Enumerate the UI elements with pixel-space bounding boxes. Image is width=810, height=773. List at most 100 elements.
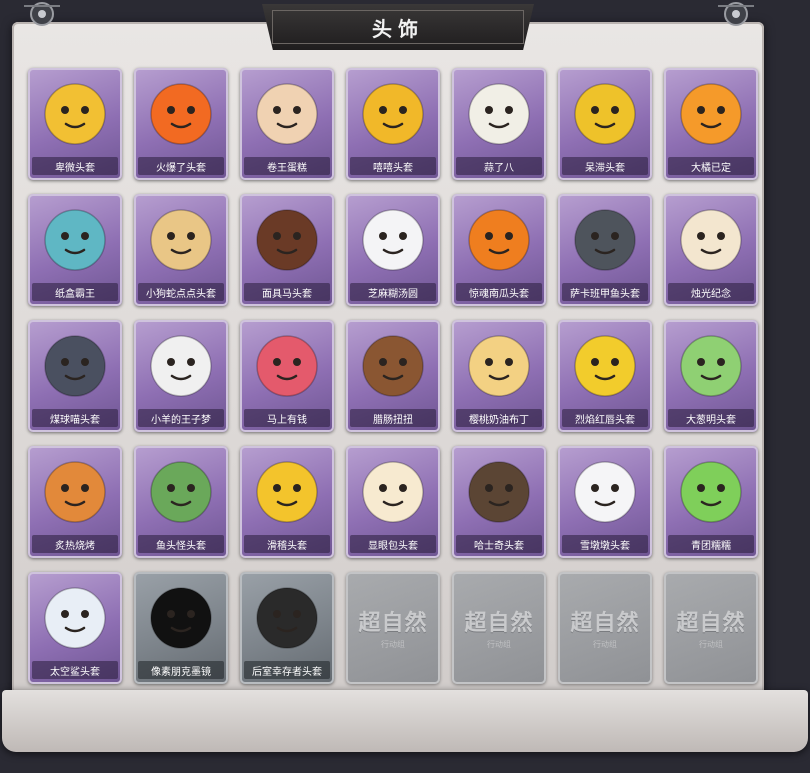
sad-emoji-mask-icon <box>38 76 112 150</box>
watermark-logo: 超自然 <box>676 610 746 636</box>
headwear-item[interactable]: 惊魂南瓜头套 <box>452 194 546 306</box>
rice-ball-head-icon <box>356 202 430 276</box>
swiss-roll-cake-icon <box>250 76 324 150</box>
headwear-item[interactable]: 炙热烧烤 <box>28 446 122 558</box>
headwear-item[interactable]: 芝麻糊汤圆 <box>346 194 440 306</box>
item-label-strip: 萨卡班甲鱼头套 <box>562 283 648 301</box>
locked-watermark: 超自然 行动组 <box>674 594 748 668</box>
item-label-strip: 雪墩墩头套 <box>562 535 648 553</box>
headwear-item[interactable]: 后室幸存者头套 <box>240 572 334 684</box>
item-label-strip: 煤球喵头套 <box>32 409 118 427</box>
candle-head-icon <box>674 202 748 276</box>
headwear-item[interactable]: 雪墩墩头套 <box>558 446 652 558</box>
space-shark-head-icon <box>38 580 112 654</box>
watermark-subtitle: 行动组 <box>593 639 617 649</box>
headwear-item[interactable]: 鱼头怪头套 <box>134 446 228 558</box>
headwear-item[interactable]: 显眼包头套 <box>346 446 440 558</box>
pudding-head-icon <box>462 328 536 402</box>
headwear-item[interactable]: 青团糯糯 <box>664 446 758 558</box>
watermark-subtitle: 行动组 <box>381 639 405 649</box>
item-label: 显眼包头套 <box>368 540 418 552</box>
headwear-item[interactable]: 小狗蛇点点头套 <box>134 194 228 306</box>
headwear-item[interactable]: 大橘已定 <box>664 68 758 180</box>
item-label-strip: 显眼包头套 <box>350 535 436 553</box>
sheep-prince-mask-icon <box>144 328 218 402</box>
locked-slot: 超自然 行动组 <box>664 572 758 684</box>
item-label: 后室幸存者头套 <box>252 666 322 678</box>
watermark-subtitle: 行动组 <box>487 639 511 649</box>
headwear-item[interactable]: 樱桃奶油布丁 <box>452 320 546 432</box>
item-label: 蒜了八 <box>484 162 514 174</box>
item-label-strip: 腊肠扭扭 <box>350 409 436 427</box>
headwear-item[interactable]: 小羊的王子梦 <box>134 320 228 432</box>
item-label: 火爆了头套 <box>156 162 206 174</box>
smirk-emoji-mask-icon <box>250 454 324 528</box>
item-label-strip: 马上有钱 <box>244 409 330 427</box>
item-label: 惊魂南瓜头套 <box>469 288 529 300</box>
item-label: 炙热烧烤 <box>55 540 95 552</box>
headwear-item[interactable]: 滑稽头套 <box>240 446 334 558</box>
headwear-item[interactable]: 火爆了头套 <box>134 68 228 180</box>
headwear-item[interactable]: 卷王蛋糕 <box>240 68 334 180</box>
headwear-item[interactable]: 大葱明头套 <box>664 320 758 432</box>
headwear-item[interactable]: 哈士奇头套 <box>452 446 546 558</box>
item-label-strip: 芝麻糊汤圆 <box>350 283 436 301</box>
item-label: 鱼头怪头套 <box>156 540 206 552</box>
headwear-item[interactable]: 烈焰红唇头套 <box>558 320 652 432</box>
fish-monster-mask-icon <box>144 454 218 528</box>
item-label-strip: 小羊的王子梦 <box>138 409 224 427</box>
item-label-strip: 哈士奇头套 <box>456 535 542 553</box>
locked-slot: 超自然 行动组 <box>558 572 652 684</box>
black-cat-mask-icon <box>38 328 112 402</box>
snowman-head-icon <box>568 454 642 528</box>
fire-creature-mask-icon <box>144 76 218 150</box>
item-label: 太空鲨头套 <box>50 666 100 678</box>
item-label-strip: 纸盒霸王 <box>32 283 118 301</box>
item-label: 樱桃奶油布丁 <box>469 414 529 426</box>
headwear-item[interactable]: 纸盒霸王 <box>28 194 122 306</box>
item-label-strip: 火爆了头套 <box>138 157 224 175</box>
headwear-item[interactable]: 马上有钱 <box>240 320 334 432</box>
item-label: 呆滞头套 <box>585 162 625 174</box>
item-label: 大橘已定 <box>691 162 731 174</box>
item-label: 烛光纪念 <box>691 288 731 300</box>
hamster-mask-icon <box>144 202 218 276</box>
headwear-item[interactable]: 烛光纪念 <box>664 194 758 306</box>
item-label: 雪墩墩头套 <box>580 540 630 552</box>
headwear-item[interactable]: 呆滞头套 <box>558 68 652 180</box>
dazed-emoji-mask-icon <box>568 76 642 150</box>
item-label: 小狗蛇点点头套 <box>146 288 216 300</box>
item-label: 卷王蛋糕 <box>267 162 307 174</box>
grilled-meat-head-icon <box>38 454 112 528</box>
item-label-strip: 惊魂南瓜头套 <box>456 283 542 301</box>
watermark-logo: 超自然 <box>464 610 534 636</box>
headwear-item[interactable]: 煤球喵头套 <box>28 320 122 432</box>
headwear-item[interactable]: 像素朋克墨镜 <box>134 572 228 684</box>
item-label-strip: 烛光纪念 <box>668 283 754 301</box>
left-corner-ornament-icon <box>22 0 62 40</box>
headwear-item[interactable]: 太空鲨头套 <box>28 572 122 684</box>
right-corner-ornament-icon <box>716 0 756 40</box>
locked-watermark: 超自然 行动组 <box>356 594 430 668</box>
item-label: 腊肠扭扭 <box>373 414 413 426</box>
watermark-logo: 超自然 <box>358 610 428 636</box>
item-label-strip: 大橘已定 <box>668 157 754 175</box>
item-label: 萨卡班甲鱼头套 <box>570 288 640 300</box>
scroll-bottom-edge <box>2 690 808 752</box>
locked-slot: 超自然 行动组 <box>346 572 440 684</box>
locked-slot: 超自然 行动组 <box>452 572 546 684</box>
orange-slice-head-icon <box>674 76 748 150</box>
headwear-item[interactable]: 腊肠扭扭 <box>346 320 440 432</box>
scallion-head-icon <box>674 328 748 402</box>
headwear-item[interactable]: 蒜了八 <box>452 68 546 180</box>
item-label-strip: 蒜了八 <box>456 157 542 175</box>
item-label: 大葱明头套 <box>686 414 736 426</box>
headwear-item[interactable]: 萨卡班甲鱼头套 <box>558 194 652 306</box>
horse-mask-icon <box>250 202 324 276</box>
fish-head-icon <box>568 202 642 276</box>
item-label: 面具马头套 <box>262 288 312 300</box>
headwear-item[interactable]: 卑微头套 <box>28 68 122 180</box>
headwear-item[interactable]: 嘻嘻头套 <box>346 68 440 180</box>
headwear-item[interactable]: 面具马头套 <box>240 194 334 306</box>
item-label-strip: 呆滞头套 <box>562 157 648 175</box>
